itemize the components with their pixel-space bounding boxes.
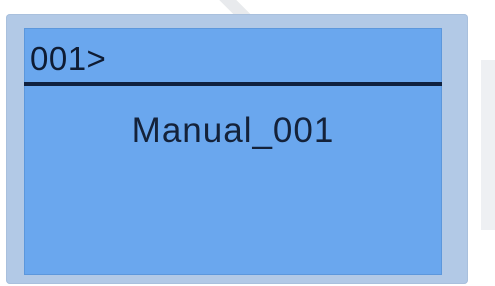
program-number-prompt: 001> [30, 40, 107, 77]
stage: 001> Manual_001 [0, 0, 495, 286]
lcd-header-line: 001> [24, 28, 442, 86]
background-strip-decoration [481, 60, 495, 230]
lcd-screen: 001> Manual_001 [24, 28, 442, 275]
program-name-label: Manual_001 [131, 111, 335, 150]
